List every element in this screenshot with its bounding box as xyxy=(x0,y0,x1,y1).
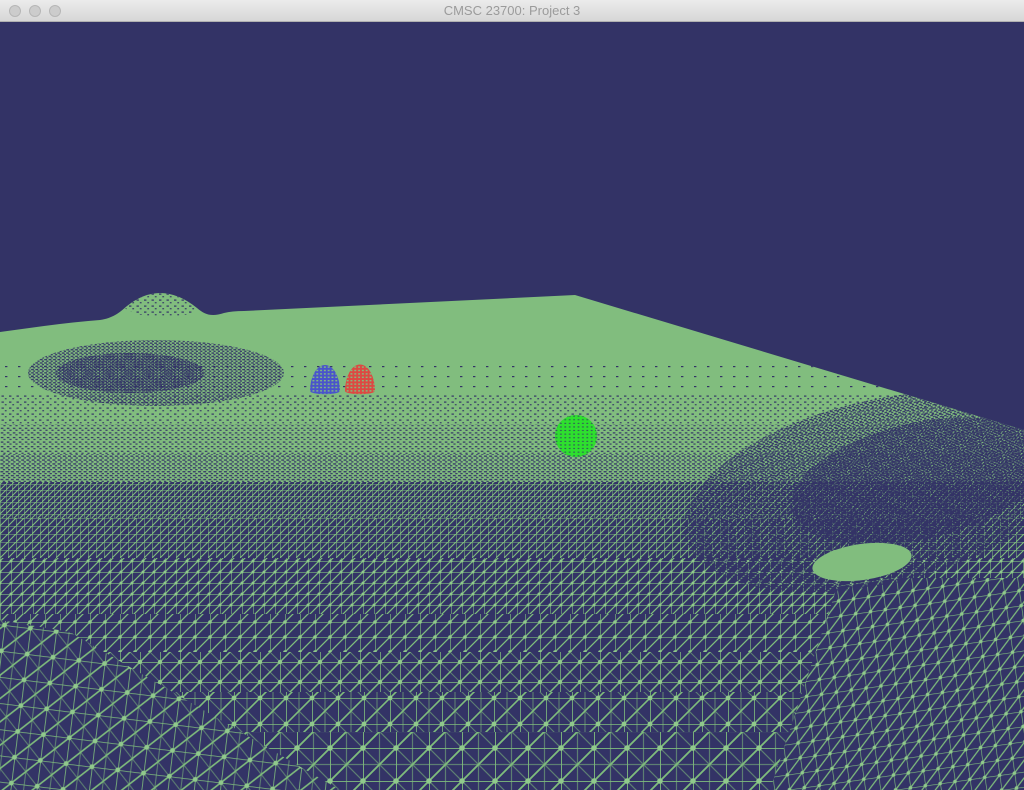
opengl-viewport[interactable] xyxy=(0,22,1024,790)
close-button[interactable] xyxy=(9,5,21,17)
zoom-button[interactable] xyxy=(49,5,61,17)
minimize-button[interactable] xyxy=(29,5,41,17)
window-title: CMSC 23700: Project 3 xyxy=(444,0,581,22)
titlebar[interactable]: CMSC 23700: Project 3 xyxy=(0,0,1024,22)
app-window: CMSC 23700: Project 3 xyxy=(0,0,1024,790)
green-sphere xyxy=(555,415,597,457)
traffic-lights xyxy=(9,5,61,17)
terrain-left-crater-core xyxy=(56,353,204,393)
